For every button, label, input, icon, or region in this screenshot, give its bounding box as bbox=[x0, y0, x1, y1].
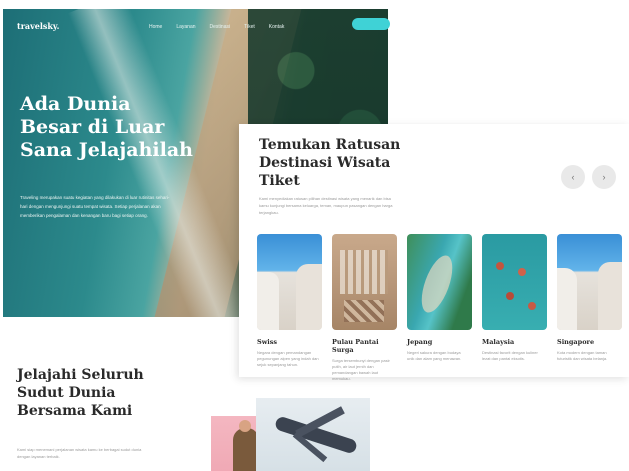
destination-card-pulau-pantai-surga[interactable]: Pulau Pantai Surga Surga tersembunyi den… bbox=[332, 234, 397, 382]
carousel-next-button[interactable]: › bbox=[592, 165, 616, 189]
destinations-title: Temukan Ratusan Destinasi Wisata Tiket bbox=[259, 137, 401, 189]
destination-card-singapore[interactable]: Singapore Kota modern dengan taman futur… bbox=[557, 234, 622, 382]
nav-menu: Home Layanan Destinasi Tiket Kontak bbox=[149, 24, 284, 30]
hero-title: Ada Dunia Besar di Luar Sana Jelajahilah bbox=[20, 93, 193, 161]
nav-item-kontak[interactable]: Kontak bbox=[269, 24, 285, 30]
destination-desc: Destinasi favorit dengan kuliner lezat d… bbox=[482, 350, 538, 361]
chevron-right-icon: › bbox=[602, 172, 606, 182]
nav-item-destinasi[interactable]: Destinasi bbox=[210, 24, 231, 30]
destination-card-jepang[interactable]: Jepang Negeri sakura dengan budaya unik … bbox=[407, 234, 472, 382]
explore-description: Kami siap menemani perjalanan wisata kam… bbox=[17, 447, 142, 459]
destination-desc: Negeri sakura dengan budaya unik dan ala… bbox=[407, 350, 462, 361]
destination-card-swiss[interactable]: Swiss Negara dengan pemandangan pegunung… bbox=[257, 234, 322, 382]
destination-image bbox=[332, 234, 397, 330]
top-navigation: travelsky. Home Layanan Destinasi Tiket … bbox=[3, 9, 388, 43]
nav-item-home[interactable]: Home bbox=[149, 24, 162, 30]
destinations-description: Kami menyediakan ratusan pilihan destina… bbox=[259, 196, 393, 215]
hero-description: Traveling merupakan suatu kegiatan yang … bbox=[20, 195, 170, 218]
destination-desc: Kota modern dengan taman futuristik dan … bbox=[557, 350, 608, 361]
nav-cta-button[interactable] bbox=[352, 18, 390, 30]
carousel-prev-button[interactable]: ‹ bbox=[561, 165, 585, 189]
destination-name: Jepang bbox=[407, 338, 433, 346]
destination-image bbox=[257, 234, 322, 330]
destination-cards: Swiss Negara dengan pemandangan pegunung… bbox=[257, 234, 622, 382]
nav-item-layanan[interactable]: Layanan bbox=[176, 24, 195, 30]
destination-image bbox=[407, 234, 472, 330]
nav-item-tiket[interactable]: Tiket bbox=[244, 24, 255, 30]
destination-card-malaysia[interactable]: Malaysia Destinasi favorit dengan kuline… bbox=[482, 234, 547, 382]
destinations-section: Temukan Ratusan Destinasi Wisata Tiket K… bbox=[239, 124, 629, 381]
destination-name: Malaysia bbox=[482, 338, 515, 346]
destination-image bbox=[557, 234, 622, 330]
destination-name: Singapore bbox=[557, 338, 595, 346]
destination-desc: Negara dengan pemandangan pegunungan alp… bbox=[257, 350, 319, 367]
explore-title: Jelajahi Seluruh Sudut Dunia Bersama Kam… bbox=[17, 367, 144, 419]
destination-desc: Surga tersembunyi dengan pasir putih, ai… bbox=[332, 358, 390, 381]
destination-name: Swiss bbox=[257, 338, 278, 346]
brand-logo[interactable]: travelsky. bbox=[17, 21, 59, 31]
airplane-photo bbox=[256, 398, 370, 471]
destination-name: Pulau Pantai Surga bbox=[332, 338, 379, 354]
destination-image bbox=[482, 234, 547, 330]
chevron-left-icon: ‹ bbox=[571, 172, 575, 182]
